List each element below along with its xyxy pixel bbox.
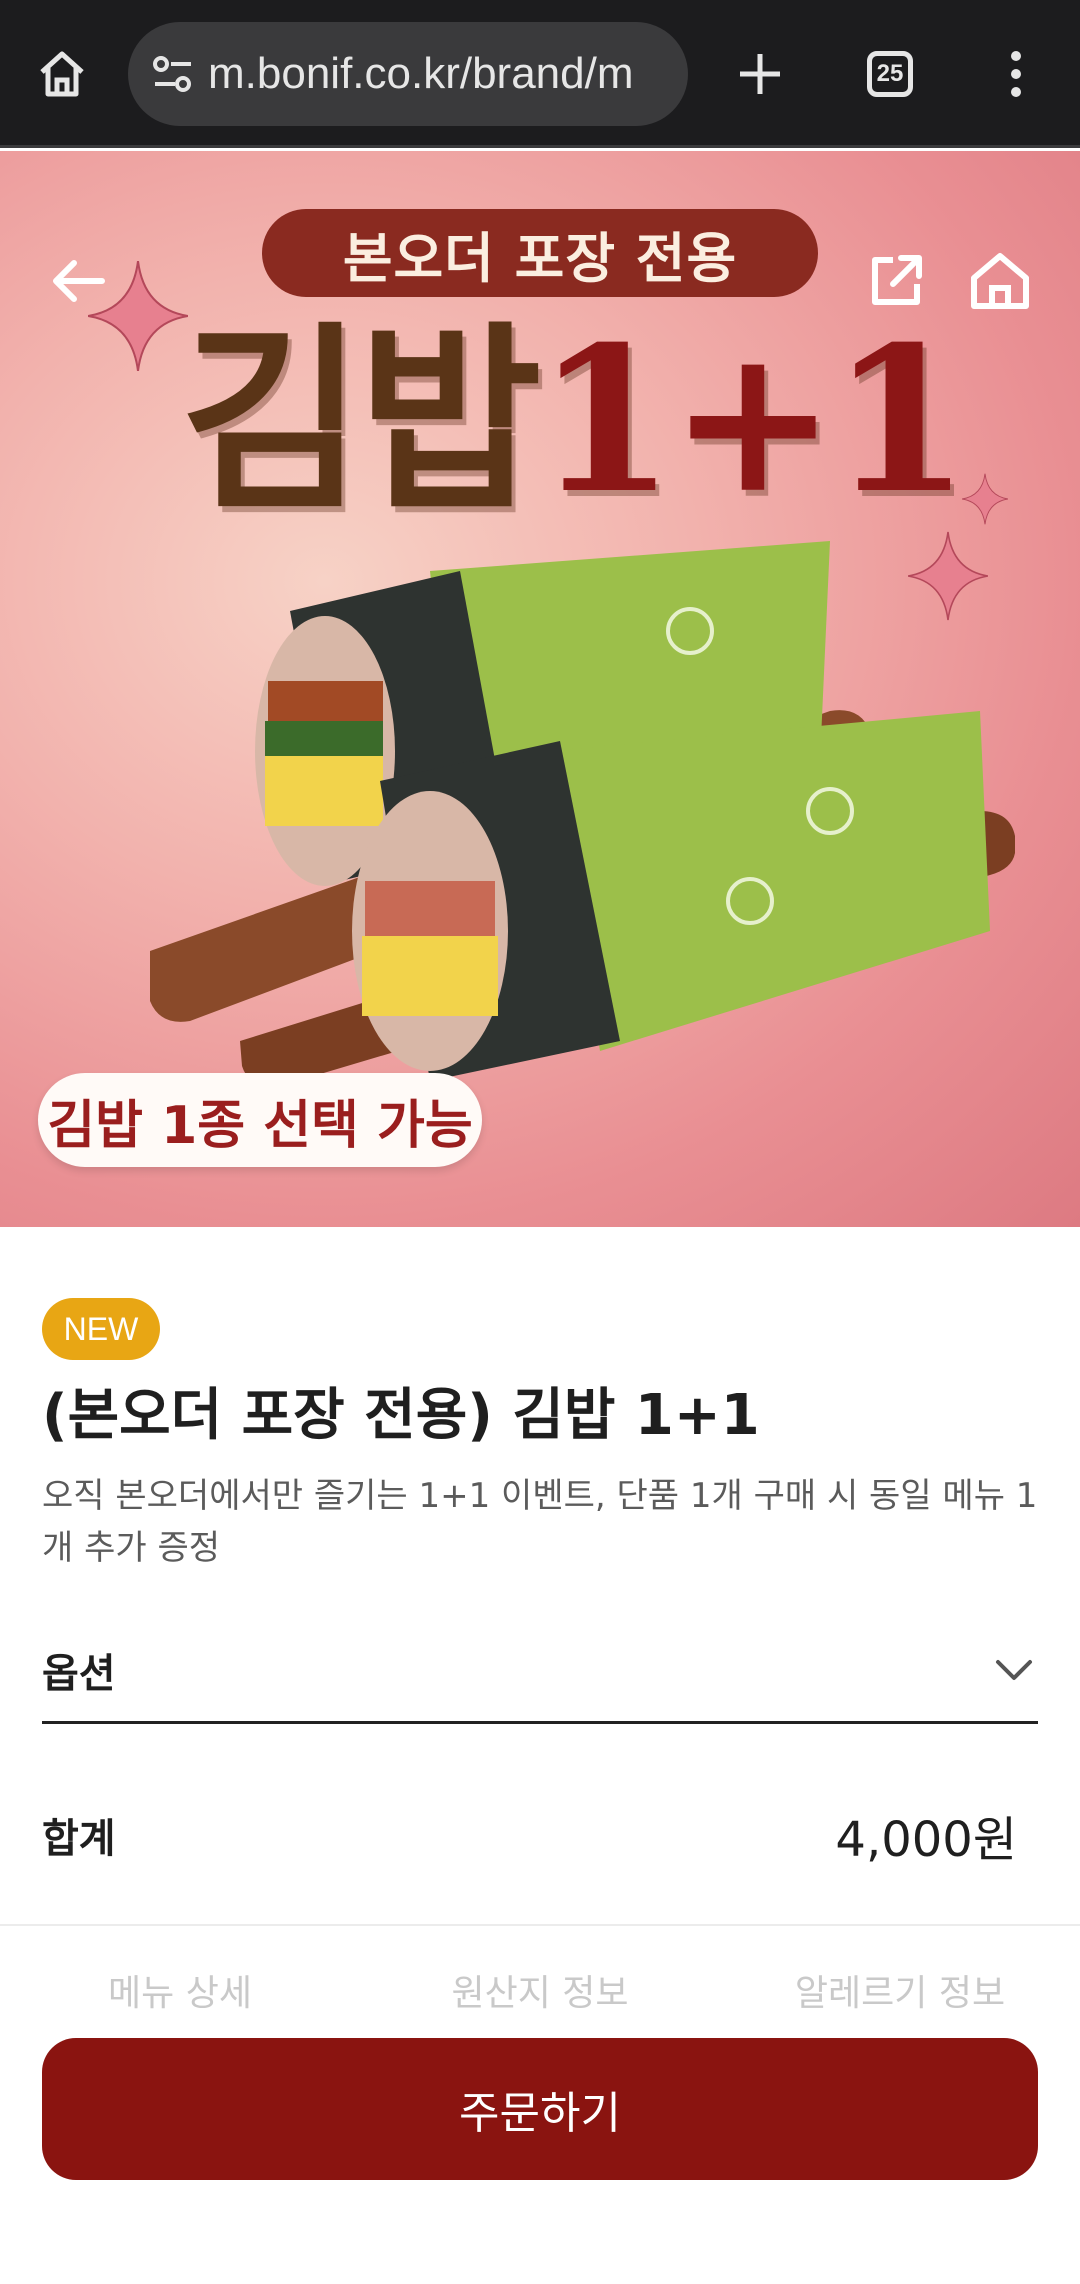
tab-count: 25 bbox=[867, 51, 913, 97]
tab-menu-detail[interactable]: 메뉴 상세 bbox=[0, 1950, 360, 2030]
site-settings-icon[interactable] bbox=[138, 22, 208, 126]
address-bar[interactable]: m.bonif.co.kr/brand/m bbox=[128, 22, 688, 126]
share-button[interactable] bbox=[846, 231, 946, 331]
tab-switcher-button[interactable]: 25 bbox=[848, 32, 932, 116]
banner-pill: 본오더 포장 전용 bbox=[262, 209, 818, 297]
chevron-down-icon bbox=[996, 1659, 1032, 1680]
home-button[interactable] bbox=[950, 231, 1050, 331]
home-icon bbox=[971, 253, 1029, 309]
option-selector[interactable]: 옵션 bbox=[42, 1618, 1038, 1724]
detail-tabs: 메뉴 상세 원산지 정보 알레르기 정보 bbox=[0, 1950, 1080, 2030]
new-badge: NEW bbox=[42, 1298, 160, 1360]
product-hero-image: 본오더 포장 전용 김밥1+1 김밥 1종 선택 가능 bbox=[0, 151, 1080, 1227]
divider bbox=[0, 1924, 1080, 1926]
back-arrow-icon bbox=[53, 260, 105, 302]
gimbap-illustration bbox=[150, 541, 1015, 1081]
browser-toolbar: m.bonif.co.kr/brand/m 25 bbox=[0, 0, 1080, 148]
product-title: (본오더 포장 전용) 김밥 1+1 bbox=[42, 1383, 760, 1448]
home-icon[interactable] bbox=[20, 32, 104, 116]
share-icon bbox=[872, 255, 922, 305]
new-tab-icon[interactable] bbox=[718, 32, 802, 116]
total-row: 합계 4,000원 bbox=[42, 1790, 1017, 1880]
option-label: 옵션 bbox=[42, 1650, 116, 1697]
tab-allergy-info[interactable]: 알레르기 정보 bbox=[720, 1950, 1080, 2030]
total-price: 4,000원 bbox=[835, 1812, 1017, 1868]
select-badge: 김밥 1종 선택 가능 bbox=[38, 1073, 482, 1167]
product-description: 오직 본오더에서만 즐기는 1+1 이벤트, 단품 1개 구매 시 동일 메뉴 … bbox=[42, 1476, 1038, 1568]
total-label: 합계 bbox=[42, 1816, 116, 1862]
order-button[interactable]: 주문하기 bbox=[42, 2038, 1038, 2180]
more-menu-icon[interactable] bbox=[974, 32, 1058, 116]
tab-origin-info[interactable]: 원산지 정보 bbox=[360, 1950, 720, 2030]
back-button[interactable] bbox=[28, 231, 128, 331]
url-text[interactable]: m.bonif.co.kr/brand/m bbox=[208, 49, 678, 99]
